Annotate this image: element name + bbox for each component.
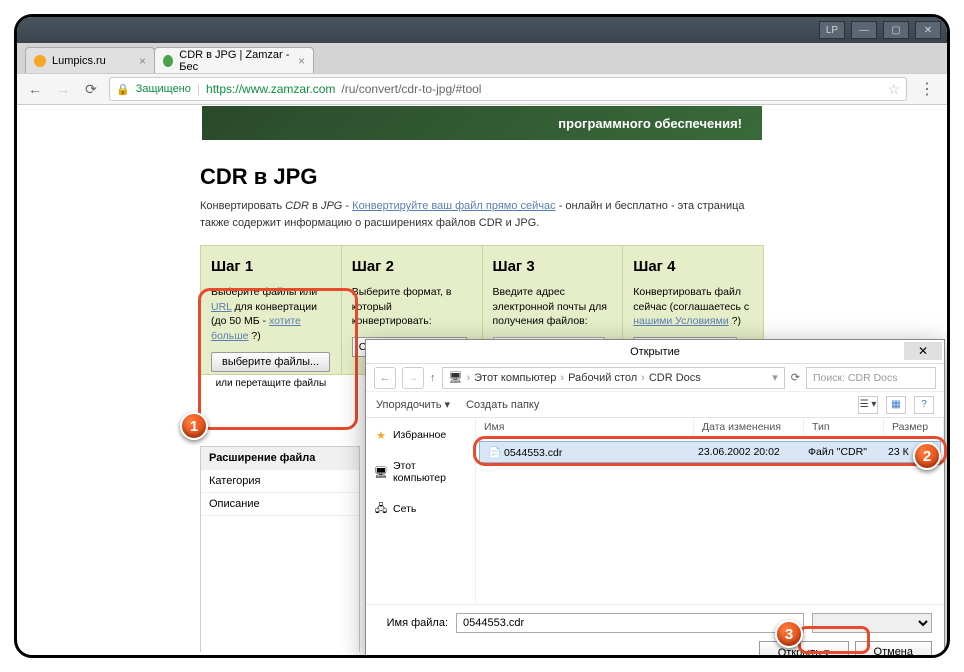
step-title: Шаг 1 — [211, 258, 331, 275]
network-icon: 🖧 — [374, 502, 388, 516]
breadcrumb[interactable]: 🖥 › Этот компьютер › Рабочий стол › CDR … — [442, 367, 785, 389]
pc-icon: 🖥 — [449, 371, 463, 384]
help-button[interactable]: ? — [914, 396, 934, 414]
sidebar-ext: Расширение файла — [201, 447, 359, 470]
step-text: Выберите файлы или URL для конвертации (… — [211, 285, 331, 344]
dialog-toolbar: Упорядочить ▾ Создать папку ☰ ▾ ▦ ? — [366, 392, 944, 418]
file-open-dialog: Открытие ✕ ← → ↑ 🖥 › Этот компьютер › Ра… — [365, 339, 945, 658]
new-folder-button[interactable]: Создать папку — [466, 399, 539, 411]
col-date[interactable]: Дата изменения — [694, 418, 804, 437]
secure-label: Защищено — [136, 83, 191, 95]
dialog-bottom: Имя файла: Открыть ▾ Отмена — [366, 604, 944, 658]
dialog-nav: ← → ↑ 🖥 › Этот компьютер › Рабочий стол … — [366, 364, 944, 392]
step-text: Выберите формат, в который конвертироват… — [352, 285, 472, 329]
lock-icon: 🔒 — [116, 83, 130, 96]
tab-lumpics[interactable]: Lumpics.ru × — [25, 47, 155, 73]
dialog-title-bar: Открытие ✕ — [366, 340, 944, 364]
url-link[interactable]: URL — [211, 301, 232, 313]
col-name[interactable]: Имя — [476, 418, 694, 437]
organize-button[interactable]: Упорядочить ▾ — [376, 398, 450, 411]
file-row[interactable]: 📄 0544553.cdr 23.06.2002 20:02 Файл "CDR… — [479, 441, 941, 463]
file-icon: 📄 — [488, 447, 501, 459]
close-icon[interactable]: × — [298, 54, 305, 68]
sidebar-desc: Описание — [201, 493, 359, 516]
drag-hint: или перетащите файлы — [211, 378, 331, 389]
convert-now-link[interactable]: Конвертируйте ваш файл прямо сейчас — [352, 200, 555, 212]
dialog-close-button[interactable]: ✕ — [904, 342, 942, 360]
url-host: https://www.zamzar.com — [206, 82, 335, 96]
tree-network[interactable]: 🖧Сеть — [372, 498, 469, 520]
minimize-button[interactable]: — — [851, 21, 877, 39]
back-button[interactable]: ← — [25, 79, 45, 99]
step-1: Шаг 1 Выберите файлы или URL для конверт… — [201, 246, 342, 374]
lp-button[interactable]: LP — [819, 21, 845, 39]
ad-banner: программного обеспечения! — [202, 106, 762, 140]
filename-input[interactable] — [456, 613, 804, 633]
sidebar-cat: Категория — [201, 470, 359, 493]
marker-2: 2 — [913, 442, 941, 470]
marker-3: 3 — [775, 620, 803, 648]
step-title: Шаг 2 — [352, 258, 472, 275]
window-controls: LP — ▢ ✕ — [17, 17, 947, 43]
forward-button[interactable]: → — [53, 79, 73, 99]
star-icon: ★ — [374, 428, 388, 442]
filetype-select[interactable] — [812, 613, 932, 633]
file-list: Имя Дата изменения Тип Размер 📄 0544553.… — [476, 418, 944, 604]
cancel-button[interactable]: Отмена — [855, 641, 932, 658]
preview-button[interactable]: ▦ — [886, 396, 906, 414]
dialog-search-input[interactable]: Поиск: CDR Docs — [806, 367, 936, 389]
tree-this-pc[interactable]: 🖥Этот компьютер — [372, 456, 469, 488]
tree-favorites[interactable]: ★Избранное — [372, 424, 469, 446]
favicon-icon — [34, 55, 46, 67]
tab-zamzar[interactable]: CDR в JPG | Zamzar - Бес × — [154, 47, 314, 73]
address-bar: ← → ⟳ 🔒 Защищено | https://www.zamzar.co… — [17, 73, 947, 105]
tab-label: CDR в JPG | Zamzar - Бес — [179, 49, 292, 73]
open-button[interactable]: Открыть ▾ — [759, 641, 849, 658]
url-path: /ru/convert/cdr-to-jpg/#tool — [341, 82, 481, 96]
close-icon[interactable]: × — [139, 54, 146, 68]
page-description: Конвертировать CDR в JPG - Конвертируйте… — [200, 198, 764, 231]
choose-files-button[interactable]: выберите файлы... — [211, 352, 330, 372]
file-list-header: Имя Дата изменения Тип Размер — [476, 418, 944, 438]
col-size[interactable]: Размер — [884, 418, 944, 437]
pc-icon: 🖥 — [374, 465, 388, 479]
dialog-forward-button[interactable]: → — [402, 367, 424, 389]
bookmark-icon[interactable]: ☆ — [887, 81, 900, 98]
refresh-icon[interactable]: ⟳ — [791, 371, 800, 384]
terms-link[interactable]: нашими Условиями — [633, 315, 728, 327]
page-title: CDR в JPG — [200, 164, 764, 190]
folder-tree: ★Избранное 🖥Этот компьютер 🖧Сеть — [366, 418, 476, 604]
maximize-button[interactable]: ▢ — [883, 21, 909, 39]
reload-button[interactable]: ⟳ — [81, 79, 101, 99]
url-input[interactable]: 🔒 Защищено | https://www.zamzar.com/ru/c… — [109, 77, 907, 101]
dialog-back-button[interactable]: ← — [374, 367, 396, 389]
up-icon[interactable]: ↑ — [430, 372, 436, 384]
close-button[interactable]: ✕ — [915, 21, 941, 39]
step-text: Конвертировать файл сейчас (соглашаетесь… — [633, 285, 753, 329]
dialog-title: Открытие — [630, 346, 680, 358]
marker-1: 1 — [180, 412, 208, 440]
filename-label: Имя файла: — [378, 617, 448, 629]
tab-label: Lumpics.ru — [52, 55, 106, 67]
menu-icon[interactable]: ⋮ — [915, 79, 939, 99]
step-title: Шаг 4 — [633, 258, 753, 275]
step-text: Введите адрес электронной почты для полу… — [493, 285, 613, 329]
tab-strip: Lumpics.ru × CDR в JPG | Zamzar - Бес × — [17, 43, 947, 73]
col-type[interactable]: Тип — [804, 418, 884, 437]
favicon-icon — [163, 55, 173, 67]
view-button[interactable]: ☰ ▾ — [858, 396, 878, 414]
info-sidebar: Расширение файла Категория Описание Дейс… — [200, 446, 360, 652]
step-title: Шаг 3 — [493, 258, 613, 275]
